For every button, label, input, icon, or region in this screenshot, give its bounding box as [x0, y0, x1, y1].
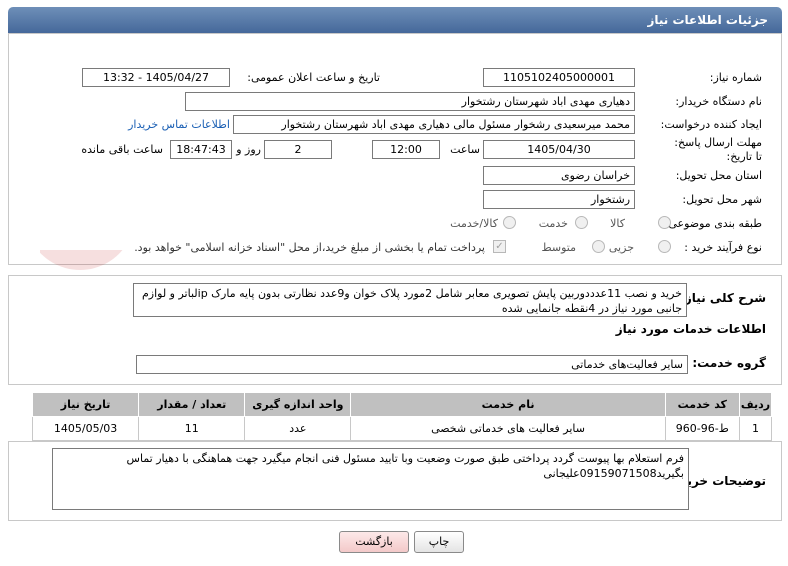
payment-note: پرداخت تمام یا بخشی از مبلغ خرید،از محل … [134, 241, 485, 254]
process-label: نوع فرآیند خرید : [684, 241, 762, 254]
province-field: خراسان رضوی [483, 166, 635, 185]
category-radio-goods-service[interactable] [503, 216, 516, 229]
process-option-medium: متوسط [541, 241, 576, 254]
cell-unit: عدد [244, 416, 352, 441]
remaining-time-field: 18:47:43 [170, 140, 232, 159]
province-label: استان محل تحویل: [675, 169, 762, 182]
services-table: ردیف کد خدمت نام خدمت واحد اندازه گیری ت… [31, 392, 773, 441]
services-section-title: اطلاعات خدمات مورد نیاز [615, 322, 766, 336]
announce-label: تاریخ و ساعت اعلان عمومی: [247, 71, 380, 84]
buyer-org-field: دهیاری مهدی اباد شهرستان رشتخوار [185, 92, 635, 111]
process-radio-small[interactable] [658, 240, 671, 253]
creator-label: ایجاد کننده درخواست: [660, 118, 762, 131]
process-option-small: جزیی [608, 241, 634, 254]
back-button[interactable]: بازگشت [339, 531, 409, 553]
buyer-org-label: نام دستگاه خریدار: [675, 95, 762, 108]
city-label: شهر محل تحویل: [682, 193, 762, 206]
col-header-unit: واحد اندازه گیری [244, 392, 352, 417]
category-option-goods-service: کالا/خدمت [450, 217, 498, 230]
need-number-label: شماره نیاز: [709, 71, 762, 84]
city-field: رشتخوار [483, 190, 635, 209]
category-option-goods: کالا [610, 217, 625, 230]
need-number-field: 1105102405000001 [483, 68, 635, 87]
deadline-date-field: 1405/04/30 [483, 140, 635, 159]
creator-field: محمد میرسعیدی رشخوار مسئول مالی دهیاری م… [233, 115, 635, 134]
contact-info-link[interactable]: اطلاعات تماس خریدار [128, 118, 230, 131]
page-title: جزئیات اطلاعات نیاز [647, 13, 768, 27]
cell-code: ط-96-960 [664, 416, 740, 441]
table-header-row: ردیف کد خدمت نام خدمت واحد اندازه گیری ت… [31, 392, 773, 417]
col-header-date: تاریخ نیاز [31, 392, 140, 417]
col-header-code: کد خدمت [664, 392, 740, 417]
category-label: طبقه بندی موضوعی: [664, 217, 762, 230]
table-row: 1 ط-96-960 سایر فعالیت های خدماتی شخصی ع… [31, 416, 773, 441]
category-radio-service[interactable] [575, 216, 588, 229]
description-label: شرح کلی نیاز: [680, 291, 766, 305]
deadline-time-label: ساعت [450, 143, 480, 156]
buyer-notes-text: فرم استعلام بها پیوست گردد پرداختی طبق ص… [52, 448, 689, 510]
cell-name: سایر فعالیت های خدماتی شخصی [350, 416, 666, 441]
description-text: خرید و نصب 11عدددوربین پایش تصویری معابر… [133, 283, 687, 317]
cell-date: 1405/05/03 [31, 416, 140, 441]
category-option-service: خدمت [538, 217, 568, 230]
category-radio-goods[interactable] [658, 216, 671, 229]
service-group-field: سایر فعالیت‌های خدماتی [136, 355, 688, 374]
days-field: 2 [264, 140, 332, 159]
cell-qty: 11 [138, 416, 246, 441]
col-header-qty: تعداد / مقدار [138, 392, 246, 417]
print-button[interactable]: چاپ [414, 531, 464, 553]
days-label: روز و [236, 143, 261, 156]
remaining-label: ساعت باقی مانده [81, 143, 163, 156]
service-group-label: گروه خدمت: [692, 356, 766, 370]
cell-row-no: 1 [738, 416, 773, 441]
process-radio-medium[interactable] [592, 240, 605, 253]
col-header-row-no: ردیف [738, 392, 773, 417]
col-header-name: نام خدمت [350, 392, 666, 417]
payment-checkbox[interactable]: ✓ [493, 240, 506, 253]
announce-field: 1405/04/27 - 13:32 [82, 68, 230, 87]
deadline-label: مهلت ارسال پاسخ: تا تاریخ: [674, 136, 762, 163]
deadline-time-field: 12:00 [372, 140, 440, 159]
page-header: جزئیات اطلاعات نیاز [8, 7, 782, 33]
